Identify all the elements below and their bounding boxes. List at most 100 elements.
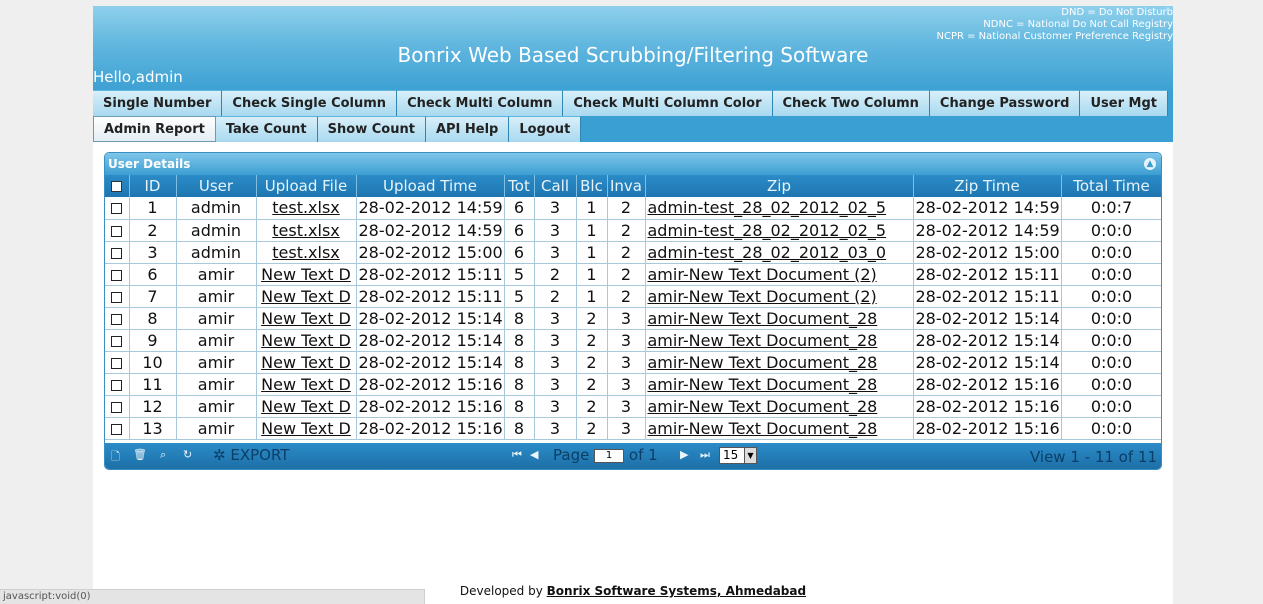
column-header-call[interactable]: Call xyxy=(534,175,577,197)
table-row[interactable]: 9 amir New Text D 28-02-2012 15:14 8 3 2 3 amir-… xyxy=(105,329,1161,352)
nav-tab-single-number[interactable]: Single Number xyxy=(93,90,223,116)
table-row[interactable]: 13 amir New Text D 28-02-2012 15:16 8 3 2 3 amir… xyxy=(105,417,1161,440)
table-row[interactable]: 2 admin test.xlsx 28-02-2012 14:59 6 3 1 2 admin… xyxy=(105,219,1161,242)
row-checkbox[interactable] xyxy=(111,357,123,369)
cell-upload-file[interactable]: test.xlsx xyxy=(256,219,357,242)
nav-tab-change-password[interactable]: Change Password xyxy=(929,90,1081,116)
column-header-tot[interactable]: Tot xyxy=(504,175,535,197)
row-checkbox[interactable] xyxy=(111,379,123,391)
row-checkbox[interactable] xyxy=(111,291,123,303)
company-link[interactable]: Bonrix Software Systems, Ahmedabad xyxy=(547,584,806,598)
prev-page-icon[interactable]: ◀ xyxy=(530,448,538,461)
page-input[interactable]: 1 xyxy=(594,448,625,463)
row-select-cell xyxy=(105,307,130,330)
cell-zip[interactable]: amir-New Text Document_28 xyxy=(645,329,914,352)
row-checkbox[interactable] xyxy=(111,269,123,281)
cell-tot: 8 xyxy=(504,329,535,352)
column-header-upload-time[interactable]: Upload Time xyxy=(356,175,505,197)
cell-id: 12 xyxy=(129,395,177,418)
last-page-icon[interactable]: ⏭ xyxy=(700,448,710,462)
cell-zip[interactable]: amir-New Text Document_28 xyxy=(645,351,914,374)
cell-total-time: 0:0:0 xyxy=(1061,219,1161,242)
cell-tot: 8 xyxy=(504,373,535,396)
table-row[interactable]: 3 admin test.xlsx 28-02-2012 15:00 6 3 1 2 admin… xyxy=(105,241,1161,264)
table-row[interactable]: 7 amir New Text D 28-02-2012 15:11 5 2 1 2 amir-… xyxy=(105,285,1161,308)
cell-zip[interactable]: admin-test_28_02_2012_03_0 xyxy=(645,241,914,264)
cell-zip[interactable]: amir-New Text Document_28 xyxy=(645,417,914,440)
row-checkbox[interactable] xyxy=(111,203,123,215)
column-header-id[interactable]: ID xyxy=(129,175,177,197)
greeting: Hello,admin xyxy=(93,68,183,86)
column-header-inva[interactable]: Inva xyxy=(607,175,646,197)
cell-inva: 3 xyxy=(607,307,646,330)
column-header-blc[interactable]: Blc xyxy=(576,175,608,197)
cell-upload-file[interactable]: test.xlsx xyxy=(256,241,357,264)
cell-upload-file[interactable]: New Text D xyxy=(256,329,357,352)
cell-id: 9 xyxy=(129,329,177,352)
cell-zip[interactable]: amir-New Text Document (2) xyxy=(645,263,914,286)
row-checkbox[interactable] xyxy=(111,225,123,237)
cell-blc: 1 xyxy=(576,197,608,220)
nav-tab-api-help[interactable]: API Help xyxy=(425,116,510,142)
refresh-icon[interactable]: ↻ xyxy=(183,448,192,461)
cell-total-time: 0:0:0 xyxy=(1061,241,1161,264)
collapse-icon[interactable]: ▲ xyxy=(1144,158,1156,170)
next-page-icon[interactable]: ▶ xyxy=(680,448,688,461)
table-row[interactable]: 12 amir New Text D 28-02-2012 15:16 8 3 2 3 amir… xyxy=(105,395,1161,418)
nav-tab-check-single-column[interactable]: Check Single Column xyxy=(222,90,398,116)
nav-tab-show-count[interactable]: Show Count xyxy=(317,116,426,142)
cell-zip[interactable]: amir-New Text Document_28 xyxy=(645,307,914,330)
row-checkbox[interactable] xyxy=(111,313,123,325)
column-header-zip-time[interactable]: Zip Time xyxy=(913,175,1062,197)
cell-zip[interactable]: amir-New Text Document_28 xyxy=(645,395,914,418)
cell-upload-file[interactable]: New Text D xyxy=(256,351,357,374)
cell-zip[interactable]: amir-New Text Document_28 xyxy=(645,373,914,396)
add-record-icon[interactable]: 🗋 xyxy=(111,448,120,467)
nav-tab-check-multi-column[interactable]: Check Multi Column xyxy=(397,90,564,116)
row-checkbox[interactable] xyxy=(111,247,123,259)
first-page-icon[interactable]: ⏮ xyxy=(512,448,522,462)
table-row[interactable]: 1 admin test.xlsx 28-02-2012 14:59 6 3 1 2 admin… xyxy=(105,197,1161,220)
cell-zip-time: 28-02-2012 14:59 xyxy=(913,219,1062,242)
nav-tab-user-mgt[interactable]: User Mgt xyxy=(1080,90,1168,116)
rows-per-page-select[interactable]: 15 ▼ xyxy=(719,447,757,464)
nav-tab-take-count[interactable]: Take Count xyxy=(215,116,318,142)
cell-zip[interactable]: admin-test_28_02_2012_02_5 xyxy=(645,219,914,242)
cell-inva: 3 xyxy=(607,417,646,440)
cell-blc: 2 xyxy=(576,417,608,440)
table-row[interactable]: 10 amir New Text D 28-02-2012 15:14 8 3 2 3 amir… xyxy=(105,351,1161,374)
delete-record-icon[interactable]: 🗑 xyxy=(133,448,147,461)
cell-total-time: 0:0:0 xyxy=(1061,373,1161,396)
column-header-upload-file[interactable]: Upload File xyxy=(256,175,357,197)
table-row[interactable]: 8 amir New Text D 28-02-2012 15:14 8 3 2 3 amir-… xyxy=(105,307,1161,330)
cell-call: 3 xyxy=(534,329,577,352)
nav-tab-logout[interactable]: Logout xyxy=(509,116,582,142)
table-row[interactable]: 11 amir New Text D 28-02-2012 15:16 8 3 2 3 amir… xyxy=(105,373,1161,396)
nav-tab-check-two-column[interactable]: Check Two Column xyxy=(772,90,930,116)
nav-tab-admin-report[interactable]: Admin Report xyxy=(93,116,216,142)
row-checkbox[interactable] xyxy=(111,335,123,347)
search-icon[interactable]: ⌕ xyxy=(160,448,166,462)
export-button[interactable]: ✲ EXPORT xyxy=(213,446,289,464)
column-header-total-time[interactable]: Total Time xyxy=(1061,175,1161,197)
column-header-zip[interactable]: Zip xyxy=(645,175,914,197)
cell-upload-file[interactable]: New Text D xyxy=(256,285,357,308)
row-checkbox[interactable] xyxy=(111,401,123,413)
cell-upload-file[interactable]: New Text D xyxy=(256,263,357,286)
cell-upload-file[interactable]: New Text D xyxy=(256,417,357,440)
cell-zip[interactable]: amir-New Text Document (2) xyxy=(645,285,914,308)
cell-upload-file[interactable]: New Text D xyxy=(256,307,357,330)
column-header-label: Inva xyxy=(610,177,642,195)
table-row[interactable]: 6 amir New Text D 28-02-2012 15:11 5 2 1 2 amir-… xyxy=(105,263,1161,286)
chevron-down-icon: ▼ xyxy=(744,448,756,463)
nav-tab-check-multi-column-color[interactable]: Check Multi Column Color xyxy=(563,90,773,116)
cell-upload-file[interactable]: New Text D xyxy=(256,395,357,418)
cell-tot: 5 xyxy=(504,263,535,286)
column-header-user[interactable]: User xyxy=(176,175,257,197)
user-details-table: ID User Upload File Upload Time Tot Call Blc In… xyxy=(105,175,1161,440)
select-all-checkbox[interactable] xyxy=(111,181,123,192)
cell-upload-file[interactable]: test.xlsx xyxy=(256,197,357,220)
cell-upload-file[interactable]: New Text D xyxy=(256,373,357,396)
row-checkbox[interactable] xyxy=(111,423,123,435)
cell-zip[interactable]: admin-test_28_02_2012_02_5 xyxy=(645,197,914,220)
